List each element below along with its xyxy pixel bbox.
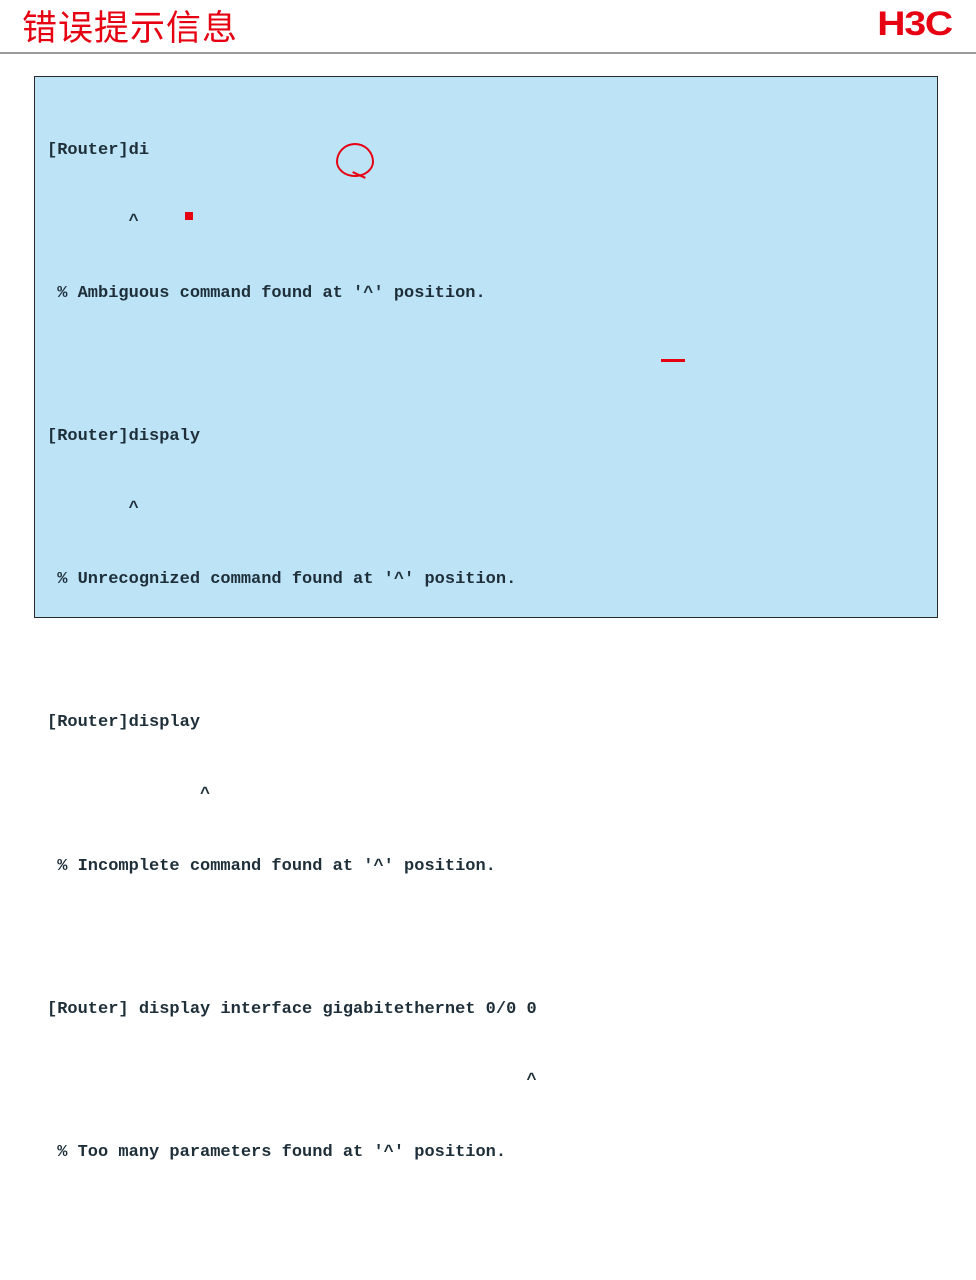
terminal-line: % Ambiguous command found at '^' positio… bbox=[47, 282, 925, 306]
terminal-line: [Router]display bbox=[47, 711, 925, 735]
terminal-line: % Incomplete command found at '^' positi… bbox=[47, 855, 925, 879]
slide-title: 错误提示信息 bbox=[22, 0, 238, 51]
slide-header: 错误提示信息 H3C bbox=[0, 0, 976, 54]
terminal-line: [Router] display interface gigabitethern… bbox=[47, 998, 925, 1022]
brand-logo: H3C bbox=[877, 5, 952, 44]
terminal-line: ^ bbox=[47, 783, 925, 807]
terminal-line: % Too many parameters found at '^' posit… bbox=[47, 1141, 925, 1165]
terminal-line: ^ bbox=[47, 497, 925, 521]
terminal-line bbox=[47, 926, 925, 950]
terminal-line: % Unrecognized command found at '^' posi… bbox=[47, 568, 925, 592]
terminal-line: [Router]di bbox=[47, 139, 925, 163]
terminal-output-box: [Router]di ^ % Ambiguous command found a… bbox=[34, 76, 938, 618]
terminal-line bbox=[47, 353, 925, 377]
terminal-line bbox=[47, 640, 925, 664]
terminal-line: ^ bbox=[47, 1069, 925, 1093]
terminal-line: [Router]dispaly bbox=[47, 425, 925, 449]
terminal-line: ^ bbox=[47, 210, 925, 234]
terminal-line bbox=[47, 1213, 925, 1237]
